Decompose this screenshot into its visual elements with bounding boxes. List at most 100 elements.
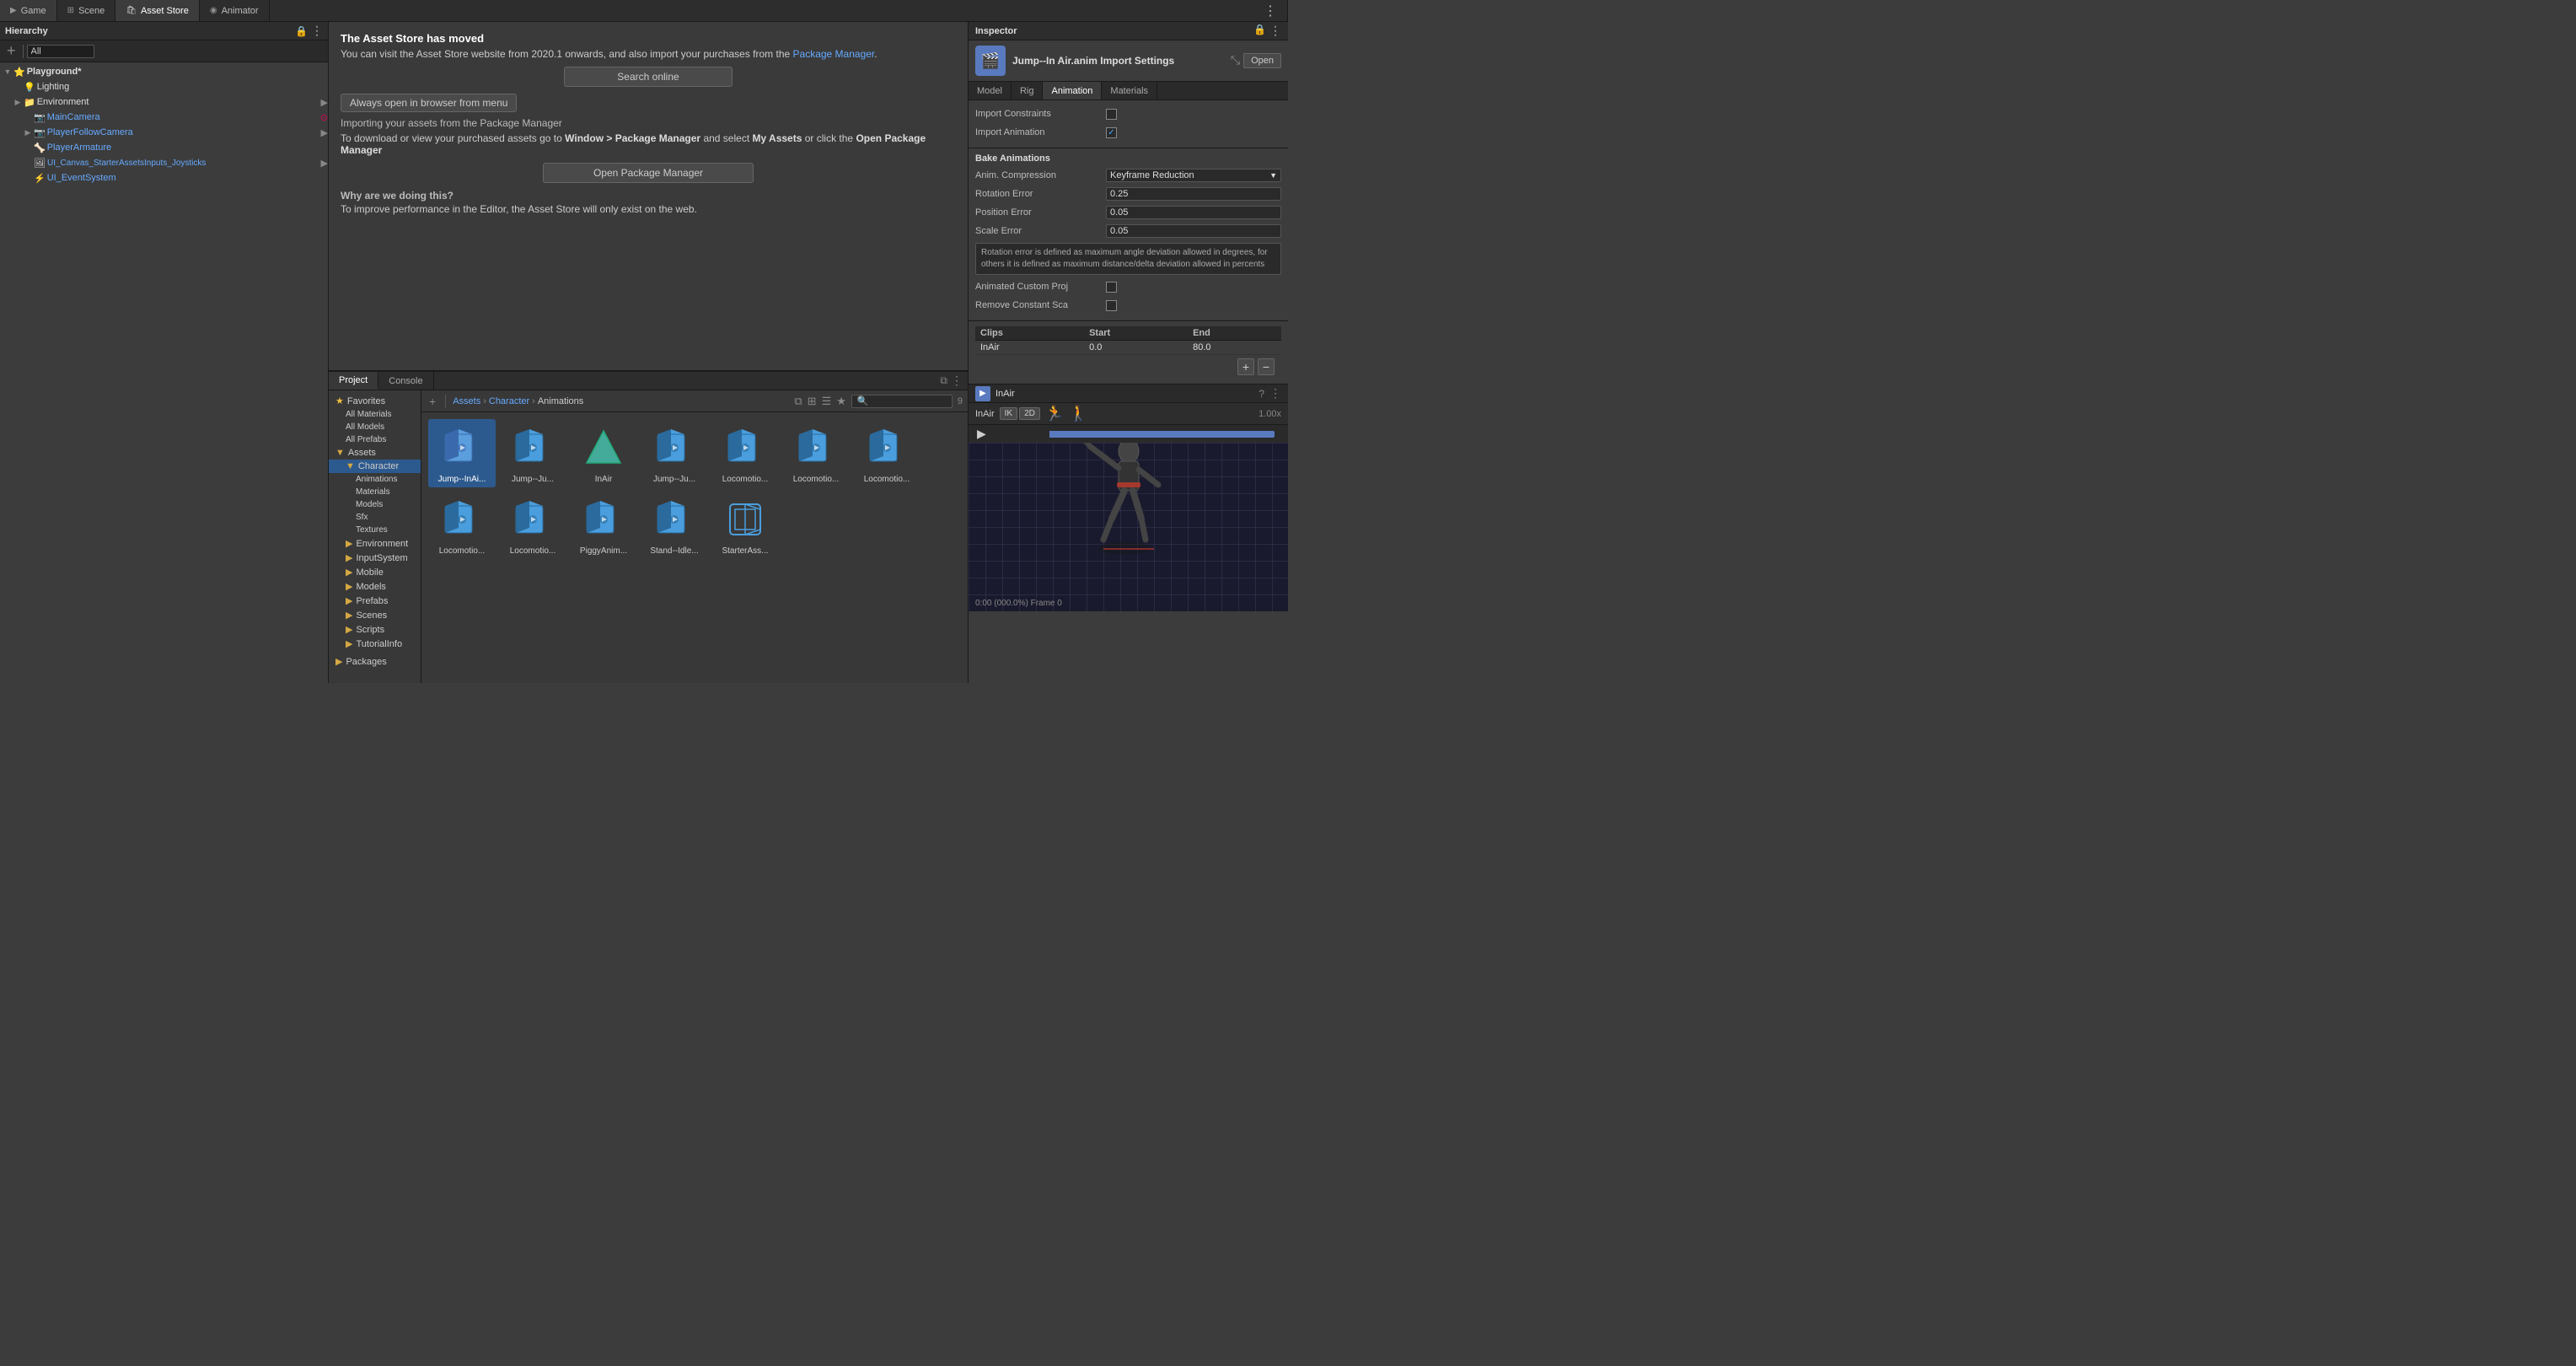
tree-item-uicanvas[interactable]: 🖼 UI_Canvas_StarterAssetsInputs_Joystick… [0,155,328,170]
sidebar-item-models-main[interactable]: ▶ Models [329,579,421,594]
sidebar-item-prefabs[interactable]: ▶ Prefabs [329,594,421,608]
asset-item[interactable]: StarterAss... [711,491,779,559]
hierarchy-search[interactable] [27,45,94,58]
sidebar-item-models[interactable]: Models [329,498,421,511]
sidebar-item-textures[interactable]: Textures [329,524,421,536]
asset-item[interactable]: Locomotio... [782,419,850,487]
insp-tab-model[interactable]: Model [969,82,1012,99]
sidebar-item-animations[interactable]: Animations [329,473,421,486]
tab-scene[interactable]: ⊞ Scene [57,0,116,21]
play-button[interactable]: ▶ [975,427,988,441]
2d-button[interactable]: 2D [1019,407,1040,420]
rotation-error-input[interactable] [1106,187,1281,201]
insp-tab-rig[interactable]: Rig [1012,82,1044,99]
tree-item-playground[interactable]: ▼ ⭐ Playground* [0,64,328,79]
clip-end: 80.0 [1188,341,1281,355]
breadcrumb-arrow1: › [483,396,486,406]
sidebar-item-tutorialinfo[interactable]: ▶ TutorialInfo [329,637,421,651]
asset-item[interactable]: Locomotio... [499,491,566,559]
anim-more-icon[interactable]: ⋮ [1269,386,1281,401]
favorite-icon[interactable]: ★ [836,395,846,408]
sidebar-item-all-models[interactable]: All Models [329,421,421,433]
always-open-browser-button[interactable]: Always open in browser from menu [341,94,517,112]
remove-clip-button[interactable]: − [1258,358,1275,375]
add-hierarchy-btn[interactable]: + [3,42,19,60]
maximize-project-icon[interactable]: ⧉ [794,395,802,408]
anim-compression-dropdown[interactable]: Keyframe Reduction ▼ [1106,169,1281,182]
project-search-input[interactable] [851,395,953,408]
sidebar-item-character[interactable]: ▼ Character [329,460,421,473]
sidebar-item-scripts[interactable]: ▶ Scripts [329,622,421,637]
inspector-more-icon[interactable]: ⋮ [1269,24,1281,38]
expand-import-icon[interactable]: ⤡ [1231,53,1240,68]
sidebar-item-inputsystem[interactable]: ▶ InputSystem [329,551,421,565]
tab-asset-store[interactable]: 🛍 Asset Store [115,0,200,21]
sidebar-item-packages[interactable]: ▶ Packages [329,654,421,669]
add-clip-button[interactable]: + [1237,358,1254,375]
lock-icon[interactable]: 🔒 [295,25,308,37]
insp-tab-materials[interactable]: Materials [1102,82,1157,99]
breadcrumb-assets[interactable]: Assets [453,396,480,406]
add-asset-button[interactable]: + [427,395,438,408]
models-folder-icon: ▶ [346,581,352,592]
tree-item-uieventsystem[interactable]: ⚡ UI_EventSystem [0,170,328,186]
avatar-icon[interactable]: 🏃 [1045,405,1064,422]
maximize-icon[interactable]: ⧉ [940,374,947,387]
project-body: ★ Favorites All Materials All Models All… [329,390,968,683]
remove-constant-sca-checkbox[interactable] [1106,300,1117,311]
why-heading: Why are we doing this? [341,190,956,202]
sidebar-item-assets[interactable]: ▼ Assets [329,446,421,460]
ik-button[interactable]: IK [1000,407,1017,420]
breadcrumb-character[interactable]: Character [489,396,529,406]
walk-icon[interactable]: 🚶 [1069,405,1087,422]
asset-item[interactable]: Jump--Ju... [641,419,708,487]
sidebar-item-all-materials[interactable]: All Materials [329,408,421,421]
clip-row-inair[interactable]: InAir 0.0 80.0 [975,341,1281,355]
env-folder-icon: ▶ [346,538,352,549]
tree-item-maincamera[interactable]: 📷 MainCamera ⊙ [0,110,328,125]
open-button[interactable]: Open [1243,53,1281,68]
sidebar-item-all-prefabs[interactable]: All Prefabs [329,433,421,446]
tab-console[interactable]: Console [378,372,433,390]
insp-tab-animation[interactable]: Animation [1043,82,1102,99]
position-error-input[interactable] [1106,206,1281,219]
timeline-bar[interactable] [993,431,1275,438]
asset-item[interactable]: Jump--InAi... [428,419,496,487]
assetstore-icon: 🛍 [126,6,137,15]
tab-animator[interactable]: ◉ Animator [200,0,270,21]
filter-icon[interactable]: ☰ [822,395,832,408]
asset-item[interactable]: Locomotio... [853,419,920,487]
tree-item-followcam[interactable]: ▶ 📷 PlayerFollowCamera ▶ [0,125,328,140]
inspector-header: Inspector 🔒 ⋮ [969,22,1288,40]
asset-item[interactable]: Stand--Idle... [641,491,708,559]
help-icon[interactable]: ? [1258,388,1264,400]
sidebar-item-materials[interactable]: Materials [329,486,421,498]
menu-icon[interactable]: ⋮ [311,24,323,38]
asset-item[interactable]: PiggyAnim... [570,491,637,559]
view-toggle-icon[interactable]: ⊞ [808,395,817,408]
project-more-icon[interactable]: ⋮ [951,374,963,388]
clip-start: 0.0 [1084,341,1188,355]
asset-item[interactable]: Jump--Ju... [499,419,566,487]
tab-game[interactable]: ▶ Game [0,0,57,21]
search-online-button[interactable]: Search online [564,67,733,87]
sidebar-item-mobile[interactable]: ▶ Mobile [329,565,421,579]
animated-custom-prop-checkbox[interactable] [1106,282,1117,293]
sidebar-item-favorites[interactable]: ★ Favorites [329,394,421,408]
tree-item-lighting[interactable]: 💡 Lighting [0,79,328,94]
open-package-manager-button[interactable]: Open Package Manager [543,163,754,183]
lock-inspector-icon[interactable]: 🔒 [1253,24,1266,38]
import-animation-checkbox[interactable] [1106,127,1117,138]
scale-error-input[interactable] [1106,224,1281,238]
sidebar-item-environment[interactable]: ▶ Environment [329,536,421,551]
tab-project[interactable]: Project [329,372,378,390]
sidebar-item-scenes[interactable]: ▶ Scenes [329,608,421,622]
more-options-icon[interactable]: ⋮ [1253,0,1288,21]
tree-item-armature[interactable]: 🦴 PlayerArmature [0,140,328,155]
asset-item[interactable]: Locomotio... [711,419,779,487]
asset-item[interactable]: InAir [570,419,637,487]
asset-item[interactable]: Locomotio... [428,491,496,559]
sidebar-item-sfx[interactable]: Sfx [329,511,421,524]
import-constraints-checkbox[interactable] [1106,109,1117,120]
tree-item-environment[interactable]: ▶ 📁 Environment ▶ [0,94,328,110]
